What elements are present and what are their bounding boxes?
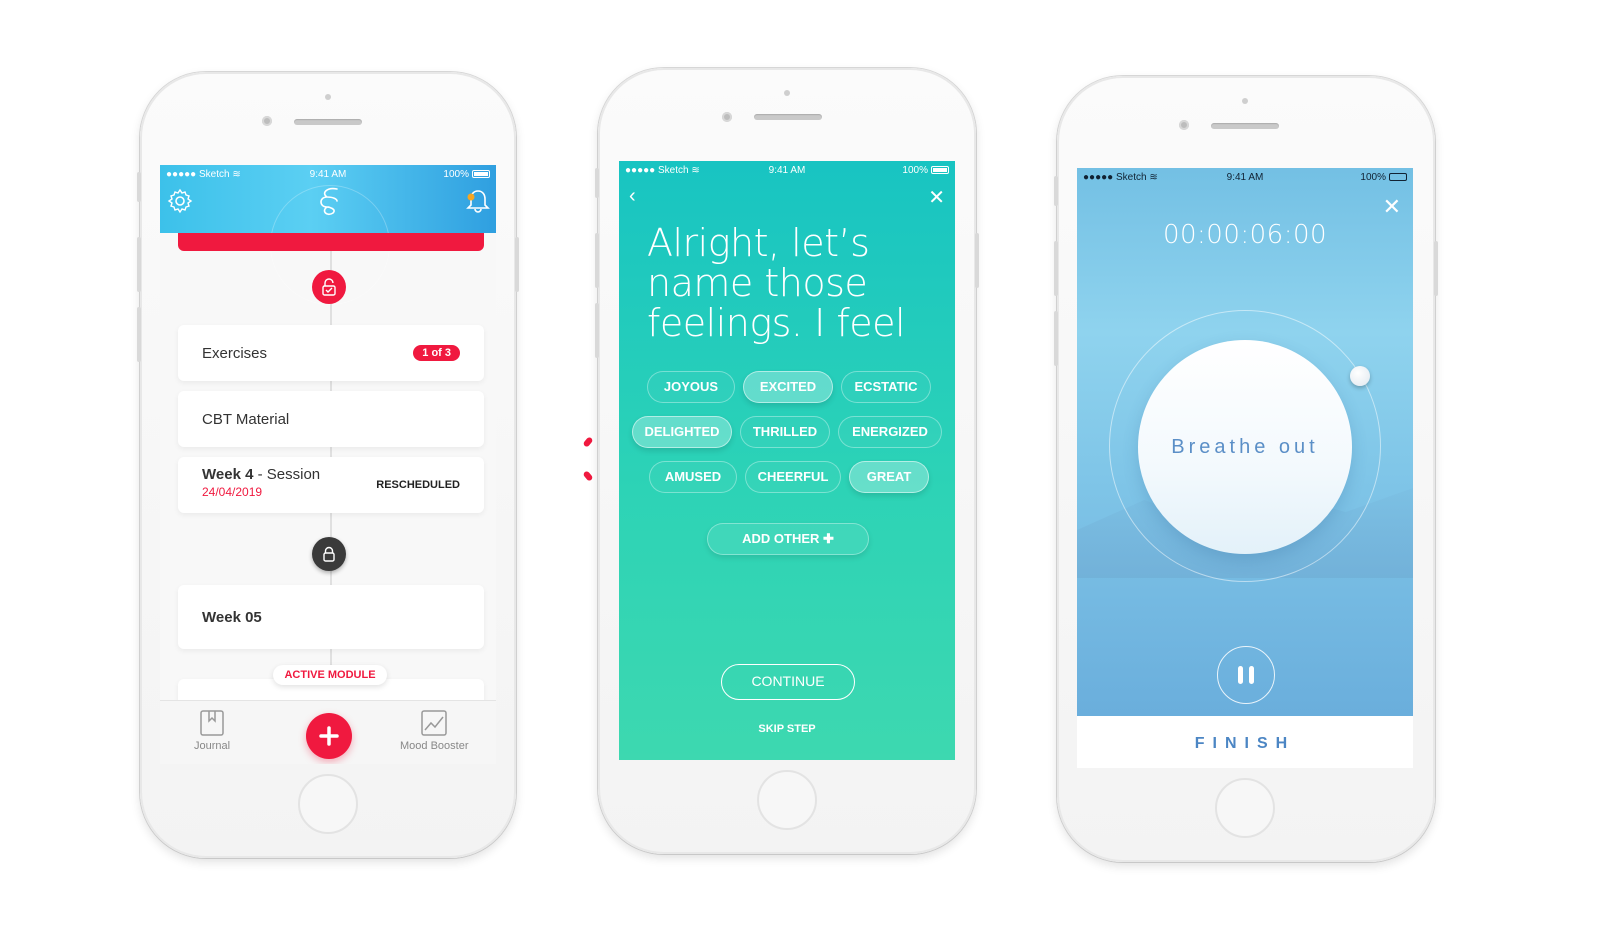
earpiece bbox=[294, 119, 362, 125]
feeling-chip[interactable]: THRILLED bbox=[740, 416, 830, 448]
volume-up bbox=[1054, 241, 1058, 296]
clock: 9:41 AM bbox=[1226, 171, 1264, 183]
close-icon[interactable]: ✕ bbox=[1383, 194, 1401, 220]
pause-button[interactable] bbox=[1217, 646, 1275, 704]
chart-icon bbox=[421, 710, 447, 736]
progress-badge: 1 of 3 bbox=[413, 345, 460, 361]
active-module-badge: ACTIVE MODULE bbox=[273, 665, 387, 685]
clock: 9:41 AM bbox=[768, 164, 806, 176]
gear-icon[interactable] bbox=[166, 187, 194, 215]
feeling-chip[interactable]: ECSTATIC bbox=[841, 371, 931, 403]
feeling-chip[interactable]: EXCITED bbox=[743, 371, 833, 403]
list-item-session[interactable]: Week 4 - Session 24/04/2019 RESCHEDULED bbox=[178, 457, 484, 513]
earpiece bbox=[1211, 123, 1279, 129]
timer-display: 00:00:06:00 bbox=[1162, 220, 1328, 250]
item-label: CBT Material bbox=[202, 410, 290, 428]
progress-knob[interactable] bbox=[1350, 366, 1370, 386]
volume-down bbox=[137, 307, 141, 362]
sensor bbox=[325, 94, 331, 100]
bell-icon[interactable] bbox=[464, 187, 492, 215]
tab-journal[interactable]: Journal bbox=[194, 709, 230, 752]
home-screen: ●●●●● Sketch ≋ 9:41 AM 100% Exercises 1 … bbox=[160, 165, 496, 764]
power-button bbox=[975, 233, 979, 288]
volume-up bbox=[595, 233, 599, 288]
breath-bubble: Breathe out bbox=[1138, 340, 1352, 554]
mute-switch bbox=[137, 172, 141, 202]
tab-mood-booster[interactable]: Mood Booster bbox=[400, 709, 468, 752]
journal-icon bbox=[200, 710, 224, 736]
phone-breathing: ●●●●● Sketch ≋ 9:41 AM 100% ✕ 00:00:06:0… bbox=[1054, 76, 1438, 862]
finish-button[interactable]: FINISH bbox=[1077, 735, 1413, 753]
status-label: RESCHEDULED bbox=[376, 479, 460, 491]
pause-icon bbox=[1249, 666, 1254, 684]
page-title: Alright, let’s name those feelings. I fe… bbox=[647, 221, 906, 345]
phone-feelings: ●●●●● Sketch ≋ 9:41 AM 100% ‹ ✕ Alright,… bbox=[595, 68, 979, 854]
tab-bar: Journal Mood Booster bbox=[160, 700, 496, 764]
skip-step-link[interactable]: SKIP STEP bbox=[619, 723, 955, 735]
list-item-week-05[interactable]: Week 05 bbox=[178, 585, 484, 649]
volume-down bbox=[595, 303, 599, 358]
battery-icon bbox=[472, 169, 490, 178]
progress-banner bbox=[178, 233, 484, 251]
mute-switch bbox=[595, 168, 599, 198]
app-showcase: ●●●●● Sketch ≋ 9:41 AM 100% Exercises 1 … bbox=[0, 0, 1600, 946]
volume-down bbox=[1054, 311, 1058, 366]
status-bar: ●●●●● Sketch ≋ 9:41 AM 100% bbox=[1077, 168, 1413, 186]
header-bar: ●●●●● Sketch ≋ 9:41 AM 100% bbox=[160, 165, 496, 305]
lock-icon bbox=[312, 537, 346, 571]
feeling-chip[interactable]: GREAT bbox=[849, 461, 929, 493]
feeling-chip[interactable]: CHEERFUL bbox=[745, 461, 841, 493]
sensor bbox=[784, 90, 790, 96]
volume-up bbox=[137, 237, 141, 292]
clock: 9:41 AM bbox=[309, 168, 347, 180]
list-item-cbt-material[interactable]: CBT Material bbox=[178, 391, 484, 447]
phone-home: ●●●●● Sketch ≋ 9:41 AM 100% Exercises 1 … bbox=[137, 72, 519, 858]
power-button bbox=[515, 237, 519, 292]
sensor bbox=[1242, 98, 1248, 104]
session-week: Week 4 bbox=[202, 466, 254, 483]
app-logo-icon bbox=[315, 185, 343, 219]
breathing-screen: ●●●●● Sketch ≋ 9:41 AM 100% ✕ 00:00:06:0… bbox=[1077, 168, 1413, 768]
list-item-exercises[interactable]: Exercises 1 of 3 bbox=[178, 325, 484, 381]
front-camera bbox=[722, 112, 732, 122]
add-button[interactable] bbox=[306, 713, 352, 759]
plus-icon bbox=[319, 726, 339, 746]
item-label: Exercises bbox=[202, 344, 268, 362]
mute-switch bbox=[1054, 176, 1058, 206]
add-other-button[interactable]: ADD OTHER ✚ bbox=[707, 523, 869, 555]
session-label: - Session bbox=[253, 466, 321, 483]
feeling-chip[interactable]: DELIGHTED bbox=[632, 416, 732, 448]
home-button[interactable] bbox=[757, 770, 817, 830]
feeling-chip[interactable]: ENERGIZED bbox=[838, 416, 942, 448]
feelings-screen: ●●●●● Sketch ≋ 9:41 AM 100% ‹ ✕ Alright,… bbox=[619, 161, 955, 760]
earpiece bbox=[754, 114, 822, 120]
front-camera bbox=[262, 116, 272, 126]
feeling-chip[interactable]: AMUSED bbox=[649, 461, 737, 493]
battery-icon bbox=[931, 165, 949, 174]
tab-label: Journal bbox=[194, 740, 231, 752]
status-bar: ●●●●● Sketch ≋ 9:41 AM 100% bbox=[160, 165, 496, 183]
chevron-left-icon[interactable]: ‹ bbox=[629, 185, 636, 208]
power-button bbox=[1434, 241, 1438, 296]
feeling-chip[interactable]: JOYOUS bbox=[647, 371, 735, 403]
battery-icon bbox=[1389, 172, 1407, 181]
pause-icon bbox=[1238, 666, 1243, 684]
continue-button[interactable]: CONTINUE bbox=[721, 664, 855, 700]
tab-label: Mood Booster bbox=[400, 740, 469, 752]
unlocked-lock-icon bbox=[312, 270, 346, 304]
home-button[interactable] bbox=[298, 774, 358, 834]
front-camera bbox=[1179, 120, 1189, 130]
item-label: Week 05 bbox=[202, 608, 262, 626]
close-icon[interactable]: ✕ bbox=[928, 185, 945, 210]
home-button[interactable] bbox=[1215, 778, 1275, 838]
breath-prompt: Breathe out bbox=[1171, 435, 1319, 458]
status-bar: ●●●●● Sketch ≋ 9:41 AM 100% bbox=[619, 161, 955, 179]
